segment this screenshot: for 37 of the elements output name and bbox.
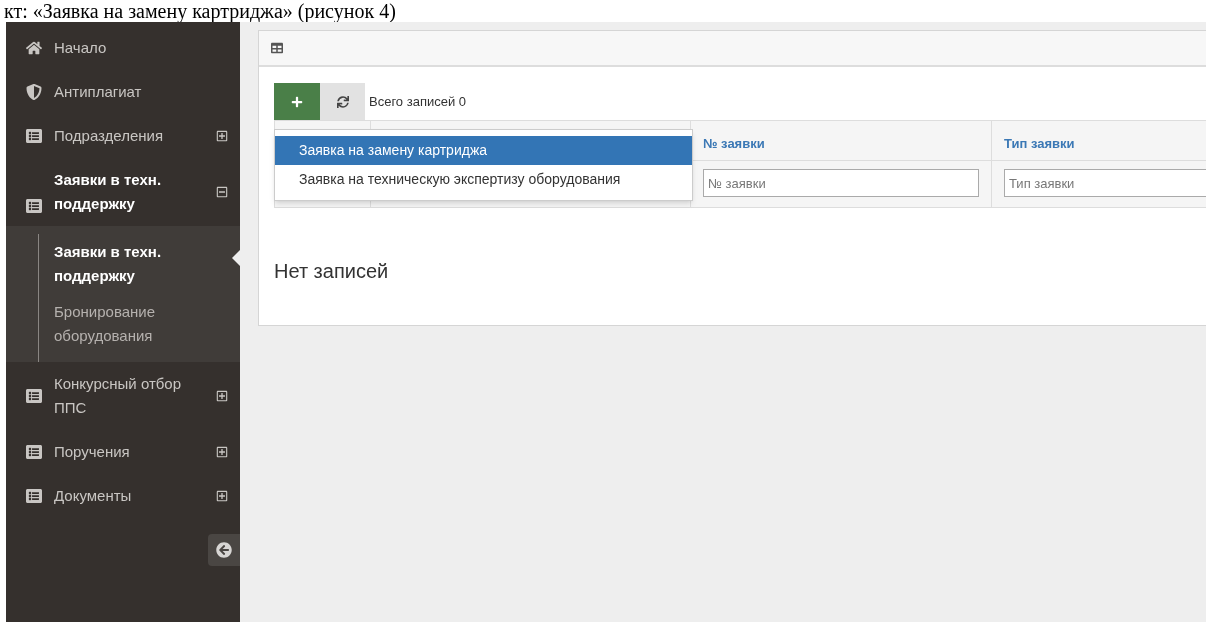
home-icon <box>26 40 42 56</box>
collapse-sidebar-button[interactable] <box>208 534 240 566</box>
add-button[interactable] <box>274 83 320 120</box>
expand-icon[interactable] <box>216 130 228 142</box>
submenu-item[interactable]: Бронирование оборудования <box>54 300 184 348</box>
sidebar-item[interactable]: Конкурсный отбор ППС <box>6 362 240 430</box>
list-icon <box>26 488 42 504</box>
refresh-button[interactable] <box>320 83 365 120</box>
column-header[interactable]: № заявки <box>703 136 765 151</box>
column-header[interactable]: Тип заявки <box>1004 136 1075 151</box>
shield-icon <box>26 84 42 100</box>
dropdown-item[interactable]: Заявка на замену картриджа <box>275 136 692 165</box>
sidebar-item[interactable]: Поручения <box>6 430 240 474</box>
list-icon <box>26 388 42 404</box>
list-icon <box>26 128 42 144</box>
refresh-icon <box>336 95 349 108</box>
submenu-item[interactable]: Заявки в техн. поддержку <box>54 240 184 288</box>
collapse-icon[interactable] <box>216 186 228 198</box>
dropdown-item[interactable]: Заявка на техническую экспертизу оборудования <box>275 165 692 194</box>
record-count: Всего записей 0 <box>369 92 467 111</box>
sidebar-item[interactable]: Начало <box>6 26 240 70</box>
table-icon <box>271 42 283 54</box>
expand-icon[interactable] <box>216 446 228 458</box>
sidebar-item[interactable]: Антиплагиат <box>6 70 240 114</box>
empty-message: Нет записей <box>274 259 390 284</box>
filter-field[interactable]: № заявки <box>703 169 979 197</box>
list-icon <box>26 444 42 460</box>
list-icon <box>26 198 42 214</box>
plus-icon <box>291 95 303 108</box>
sidebar-item[interactable]: Заявки в техн. поддержку <box>6 158 240 226</box>
document-caption: кт: «Заявка на замену картриджа» (рисунок 4) <box>3 0 397 22</box>
sidebar-item[interactable]: Документы <box>6 474 240 518</box>
sidebar-item[interactable]: Подразделения <box>6 114 240 158</box>
expand-icon[interactable] <box>216 390 228 402</box>
filter-field[interactable]: Тип заявки <box>1004 169 1206 197</box>
arrow-left-icon <box>216 542 232 558</box>
expand-icon[interactable] <box>216 490 228 502</box>
